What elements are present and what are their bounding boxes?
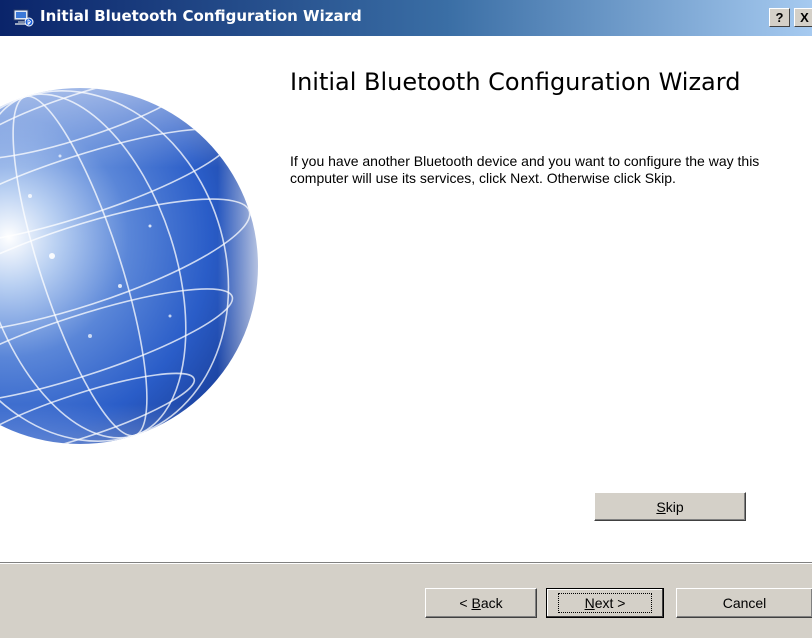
wizard-content: Initial Bluetooth Configuration Wizard I… bbox=[0, 36, 812, 562]
cancel-button[interactable]: Cancel bbox=[676, 588, 812, 618]
title-bar[interactable]: Initial Bluetooth Configuration Wizard ?… bbox=[0, 0, 812, 36]
next-button[interactable]: Next > bbox=[546, 588, 664, 618]
back-accel: B bbox=[471, 595, 481, 611]
skip-label: kip bbox=[665, 498, 684, 515]
wizard-window: Initial Bluetooth Configuration Wizard ?… bbox=[0, 0, 812, 638]
window-title: Initial Bluetooth Configuration Wizard bbox=[40, 7, 362, 25]
skip-button[interactable]: Skip bbox=[594, 492, 746, 521]
back-label: ack bbox=[480, 595, 503, 611]
footer-separator bbox=[0, 562, 812, 564]
close-button[interactable]: X bbox=[794, 8, 812, 27]
globe-graphic bbox=[0, 36, 272, 562]
back-button[interactable]: < Back bbox=[425, 588, 537, 618]
next-accel: N bbox=[584, 595, 595, 611]
next-focus-rect: Next > bbox=[557, 593, 653, 613]
page-heading: Initial Bluetooth Configuration Wizard bbox=[290, 68, 741, 96]
skip-accel: S bbox=[656, 498, 666, 515]
next-label: ext > bbox=[594, 595, 626, 611]
bluetooth-computer-icon bbox=[13, 9, 34, 27]
help-button[interactable]: ? bbox=[769, 8, 790, 27]
page-description: If you have another Bluetooth device and… bbox=[290, 153, 760, 186]
back-prefix: < bbox=[459, 595, 472, 611]
